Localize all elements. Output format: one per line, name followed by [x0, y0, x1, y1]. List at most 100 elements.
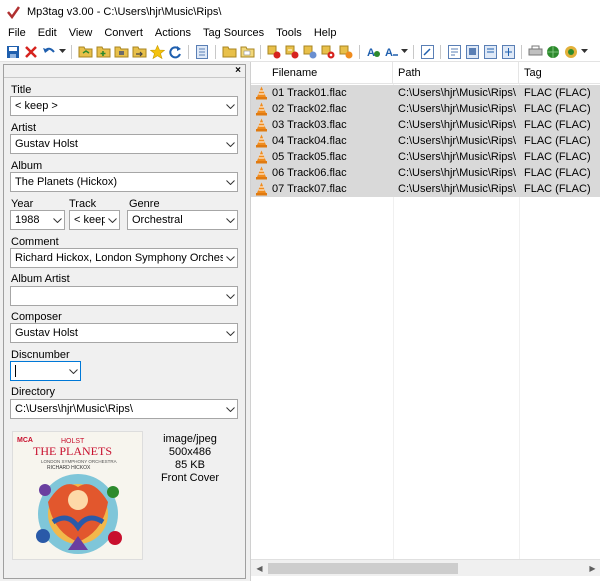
tag-panel: × Title < keep > Artist Gustav Holst Alb… — [3, 64, 246, 579]
file-row[interactable]: 07 Track07.flac C:\Users\hjr\Music\Rips\ F… — [251, 181, 600, 197]
auto-numbering-icon[interactable] — [338, 44, 354, 60]
change-directory-icon[interactable] — [77, 44, 93, 60]
create-playlist-icon[interactable] — [482, 44, 498, 60]
horizontal-scrollbar[interactable]: ◀ ▶ — [251, 559, 600, 576]
discnumber-field[interactable] — [10, 361, 81, 381]
album-artist-field[interactable] — [10, 286, 238, 306]
chevron-down-icon[interactable] — [223, 135, 237, 153]
chevron-down-icon[interactable] — [105, 211, 119, 229]
copy-folder-icon[interactable] — [239, 44, 255, 60]
refresh-icon[interactable] — [167, 44, 183, 60]
year-value: 1988 — [15, 214, 40, 226]
menu-edit[interactable]: Edit — [32, 24, 63, 42]
menu-actions[interactable]: Actions — [149, 24, 197, 42]
file-row[interactable]: 02 Track02.flac C:\Users\hjr\Music\Rips\ F… — [251, 101, 600, 117]
undo-icon[interactable] — [41, 44, 57, 60]
actions-icon[interactable]: A — [383, 44, 399, 60]
tag-to-tag-icon[interactable] — [320, 44, 336, 60]
select-all-icon[interactable] — [194, 44, 210, 60]
file-row[interactable]: 05 Track05.flac C:\Users\hjr\Music\Rips\ F… — [251, 149, 600, 165]
vlc-cone-icon — [256, 118, 267, 132]
chevron-down-icon[interactable] — [223, 97, 237, 115]
chevron-down-icon[interactable] — [223, 249, 237, 267]
cover-title-text: THE PLANETS — [33, 444, 112, 458]
chevron-down-icon[interactable] — [223, 324, 237, 342]
favorite-directories-icon[interactable] — [113, 44, 129, 60]
track-field[interactable]: < keep — [69, 210, 120, 230]
toolbar-separator — [188, 44, 189, 59]
web-sources-icon[interactable] — [545, 44, 561, 60]
export-icon[interactable] — [464, 44, 480, 60]
artist-field[interactable]: Gustav Holst — [10, 134, 238, 154]
vlc-cone-icon — [256, 166, 267, 180]
star-favorite-icon[interactable] — [149, 44, 165, 60]
genre-field[interactable]: Orchestral — [127, 210, 238, 230]
file-list: Filename ^ Path Tag 01 Track01.flac C:\Us… — [250, 62, 600, 581]
extended-tags-icon[interactable] — [419, 44, 435, 60]
genre-value: Orchestral — [132, 214, 183, 226]
menu-tag-sources[interactable]: Tag Sources — [197, 24, 270, 42]
discnumber-label: Discnumber — [11, 349, 70, 361]
year-label: Year — [11, 198, 34, 210]
year-field[interactable]: 1988 — [10, 210, 65, 230]
chevron-down-icon[interactable] — [223, 211, 237, 229]
title-field[interactable]: < keep > — [10, 96, 238, 116]
options-icon[interactable] — [527, 44, 543, 60]
scrollbar-thumb[interactable] — [268, 563, 458, 574]
comment-label: Comment — [11, 236, 59, 248]
directory-field[interactable]: C:\Users\hjr\Music\Rips\ — [10, 399, 238, 419]
undo-dropdown-icon[interactable] — [59, 44, 66, 60]
web-sources-dropdown-icon[interactable] — [581, 44, 588, 60]
sort-ascending-icon: ^ — [327, 62, 331, 67]
filename-cell: 02 Track02.flac — [272, 103, 347, 115]
cover-art-image[interactable]: MCA HOLST THE PLANETS LONDON SYMPHONY OR… — [12, 431, 143, 560]
cover-size: 85 KB — [175, 459, 205, 471]
menu-tools[interactable]: Tools — [270, 24, 308, 42]
menu-file[interactable]: File — [2, 24, 32, 42]
chevron-down-icon[interactable] — [50, 211, 64, 229]
column-header-tag[interactable]: Tag — [519, 62, 600, 84]
remove-tag-icon[interactable] — [23, 44, 39, 60]
file-row[interactable]: 01 Track01.flac C:\Users\hjr\Music\Rips\ F… — [251, 85, 600, 101]
file-row[interactable]: 04 Track04.flac C:\Users\hjr\Music\Rips\ F… — [251, 133, 600, 149]
path-cell: C:\Users\hjr\Music\Rips\ — [398, 87, 516, 99]
column-header-path[interactable]: Path — [393, 62, 519, 84]
chevron-down-icon[interactable] — [223, 173, 237, 191]
album-field[interactable]: The Planets (Hickox) — [10, 172, 238, 192]
menu-help[interactable]: Help — [308, 24, 343, 42]
chevron-down-icon[interactable] — [66, 362, 80, 380]
panel-close-button[interactable]: × — [235, 66, 241, 76]
text-file-to-tag-icon[interactable] — [302, 44, 318, 60]
composer-field[interactable]: Gustav Holst — [10, 323, 238, 343]
scroll-right-icon[interactable]: ▶ — [584, 560, 600, 577]
cover-dimensions: 500x486 — [168, 446, 212, 458]
web-sources-2-icon[interactable] — [563, 44, 579, 60]
filename-to-tag-icon[interactable] — [284, 44, 300, 60]
add-directory-icon[interactable] — [95, 44, 111, 60]
export-folder-icon[interactable] — [131, 44, 147, 60]
column-header-filename[interactable]: Filename — [251, 62, 393, 84]
svg-text:A: A — [367, 47, 375, 59]
tag-cell: FLAC (FLAC) — [524, 151, 591, 163]
chevron-down-icon[interactable] — [223, 400, 237, 418]
tag-cell: FLAC (FLAC) — [524, 119, 591, 131]
playlist-icon[interactable] — [446, 44, 462, 60]
menu-view[interactable]: View — [63, 24, 99, 42]
path-cell: C:\Users\hjr\Music\Rips\ — [398, 183, 516, 195]
tag-cell: FLAC (FLAC) — [524, 167, 591, 179]
save-icon[interactable] — [5, 44, 21, 60]
actions-dropdown-icon[interactable] — [401, 44, 408, 60]
tag-to-filename-icon[interactable] — [266, 44, 282, 60]
cut-folder-icon[interactable] — [221, 44, 237, 60]
track-value: < keep — [74, 214, 105, 226]
cover-label-text: MCA — [17, 437, 33, 444]
tag-sources-icon[interactable] — [500, 44, 516, 60]
file-row[interactable]: 06 Track06.flac C:\Users\hjr\Music\Rips\ F… — [251, 165, 600, 181]
file-row[interactable]: 03 Track03.flac C:\Users\hjr\Music\Rips\ F… — [251, 117, 600, 133]
scroll-left-icon[interactable]: ◀ — [251, 560, 268, 577]
actions-quick-icon[interactable]: A — [365, 44, 381, 60]
menu-convert[interactable]: Convert — [98, 24, 149, 42]
comment-field[interactable]: Richard Hickox, London Symphony Orchestr… — [10, 248, 238, 268]
filename-cell: 01 Track01.flac — [272, 87, 347, 99]
chevron-down-icon[interactable] — [223, 287, 237, 305]
